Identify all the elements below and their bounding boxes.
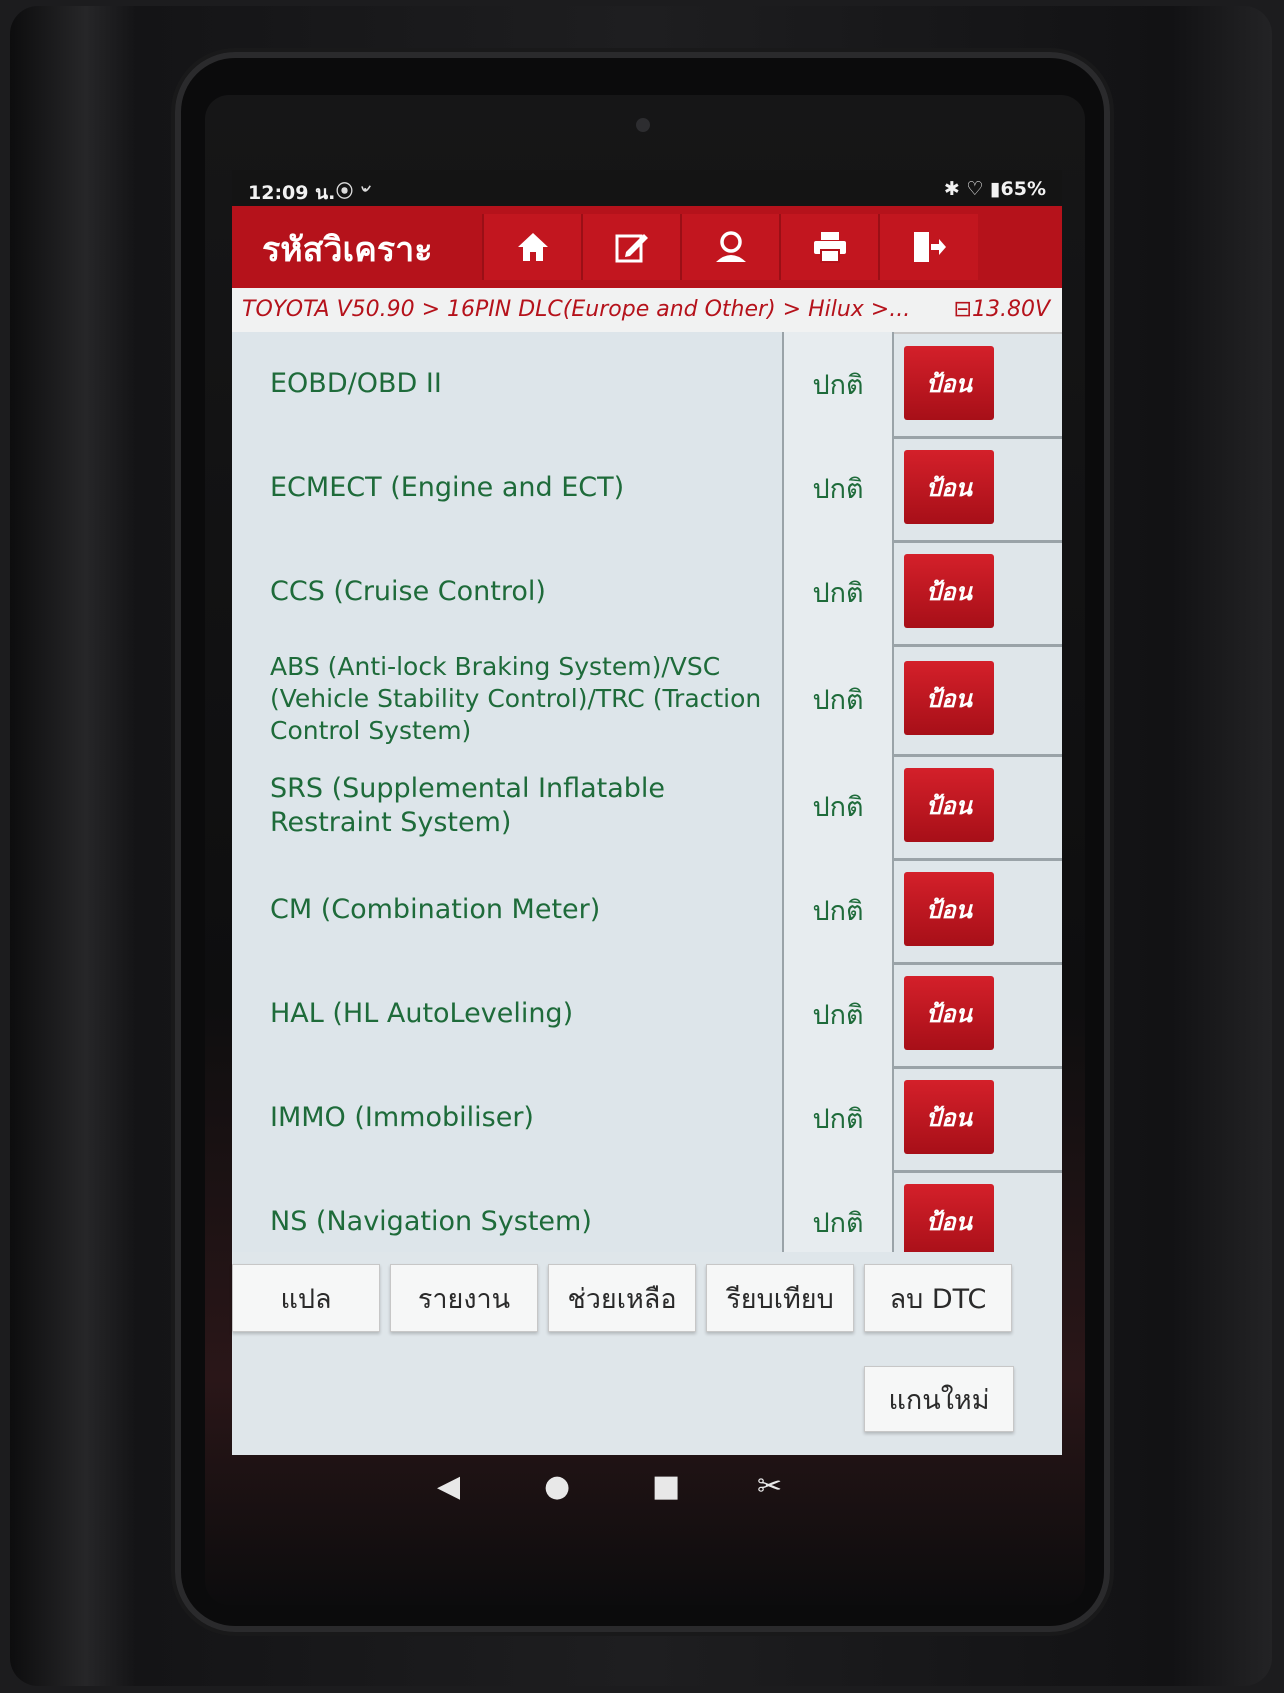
back-icon[interactable]: ◀ <box>437 1469 460 1504</box>
enter-button[interactable]: ป้อน <box>904 346 994 420</box>
system-status: ปกติ <box>784 858 894 962</box>
system-name: IMMO (Immobiliser) <box>270 1102 534 1133</box>
translate-button[interactable]: แปล <box>232 1264 380 1332</box>
print-button[interactable] <box>779 214 879 280</box>
home-button[interactable] <box>482 214 582 280</box>
system-name: SRS (Supplemental Inflatable Restraint S… <box>270 773 666 838</box>
compare-button[interactable]: รียบเทียบ <box>706 1264 854 1332</box>
enter-button[interactable]: ป้อน <box>904 768 994 842</box>
system-name: CCS (Cruise Control) <box>270 576 546 607</box>
system-list[interactable]: EOBD/OBD II ปกติ ป้อน ECMECT (Engine and… <box>232 332 1062 1262</box>
table-row: HAL (HL AutoLeveling) ปกติ ป้อน <box>232 962 1062 1069</box>
system-status: ปกติ <box>784 754 894 858</box>
table-row: IMMO (Immobiliser) ปกติ ป้อน <box>232 1066 1062 1173</box>
status-bar: 12:09 น. ⦿ ৺ ✱ ♡ ▮65% <box>232 170 1062 206</box>
table-row: EOBD/OBD II ปกติ ป้อน <box>232 332 1062 439</box>
enter-button[interactable]: ป้อน <box>904 1080 994 1154</box>
enter-button[interactable]: ป้อน <box>904 872 994 946</box>
system-name: HAL (HL AutoLeveling) <box>270 998 574 1029</box>
enter-button[interactable]: ป้อน <box>904 554 994 628</box>
exit-button[interactable] <box>878 214 978 280</box>
enter-button[interactable]: ป้อน <box>904 661 994 735</box>
enter-button[interactable]: ป้อน <box>904 1184 994 1258</box>
battery-icon: ⊟ <box>953 297 972 322</box>
user-icon <box>716 231 746 262</box>
battery-voltage: ⊟13.80V <box>954 297 1050 322</box>
system-status: ปกติ <box>784 540 894 644</box>
system-name: NS (Navigation System) <box>270 1206 592 1237</box>
system-name: CM (Combination Meter) <box>270 894 601 925</box>
system-name: ECMECT (Engine and ECT) <box>270 472 625 503</box>
home-icon <box>518 233 548 261</box>
table-row: CM (Combination Meter) ปกติ ป้อน <box>232 858 1062 965</box>
table-row: ABS (Anti-lock Braking System)/VSC (Vehi… <box>232 644 1062 757</box>
clear-dtc-button[interactable]: ลบ DTC <box>864 1264 1012 1332</box>
report-button[interactable]: รายงาน <box>390 1264 538 1332</box>
page-title: รหัสวิเคราะ <box>262 230 433 270</box>
breadcrumb-path: TOYOTA V50.90 > 16PIN DLC(Europe and Oth… <box>242 297 911 322</box>
edit-icon <box>615 234 648 263</box>
table-row: ECMECT (Engine and ECT) ปกติ ป้อน <box>232 436 1062 543</box>
system-status: ปกติ <box>784 962 894 1066</box>
user-button[interactable] <box>680 214 780 280</box>
voltage-value: 13.80V <box>971 297 1050 322</box>
home-circle-icon[interactable]: ● <box>544 1469 570 1504</box>
app-screen: 12:09 น. ⦿ ৺ ✱ ♡ ▮65% รหัสวิเคราะ TOYOTA… <box>232 170 1062 1455</box>
status-icons-left: ⦿ ৺ <box>336 182 370 202</box>
system-status: ปกติ <box>784 1066 894 1170</box>
bottom-action-bar: แปล รายงาน ช่วยเหลือ รียบเทียบ ลบ DTC แก… <box>232 1252 1062 1455</box>
edit-button[interactable] <box>581 214 681 280</box>
system-status: ปกติ <box>784 644 894 754</box>
enter-button[interactable]: ป้อน <box>904 976 994 1050</box>
top-toolbar: รหัสวิเคราะ <box>232 206 1062 288</box>
rescan-button[interactable]: แกนใหม่ <box>864 1366 1014 1432</box>
help-button[interactable]: ช่วยเหลือ <box>548 1264 696 1332</box>
enter-button[interactable]: ป้อน <box>904 450 994 524</box>
android-nav-bar: ◀ ● ■ ✂ <box>232 1455 1062 1525</box>
table-row: NS (Navigation System) ปกติ ป้อน <box>232 1170 1062 1262</box>
camera-icon <box>636 118 650 132</box>
system-status: ปกติ <box>784 436 894 540</box>
system-status: ปกติ <box>784 1170 894 1262</box>
status-time: 12:09 น. <box>248 182 336 204</box>
system-name: ABS (Anti-lock Braking System)/VSC (Vehi… <box>270 652 762 745</box>
screenshot-icon[interactable]: ✂ <box>757 1469 782 1504</box>
table-row: SRS (Supplemental Inflatable Restraint S… <box>232 754 1062 861</box>
battery-status: ✱ ♡ ▮65% <box>943 178 1046 200</box>
exit-icon <box>914 232 946 262</box>
print-icon <box>814 232 846 263</box>
system-status: ปกติ <box>784 332 894 436</box>
breadcrumb: TOYOTA V50.90 > 16PIN DLC(Europe and Oth… <box>232 288 1062 334</box>
system-name: EOBD/OBD II <box>270 368 442 399</box>
recents-icon[interactable]: ■ <box>652 1469 680 1504</box>
table-row: CCS (Cruise Control) ปกติ ป้อน <box>232 540 1062 647</box>
